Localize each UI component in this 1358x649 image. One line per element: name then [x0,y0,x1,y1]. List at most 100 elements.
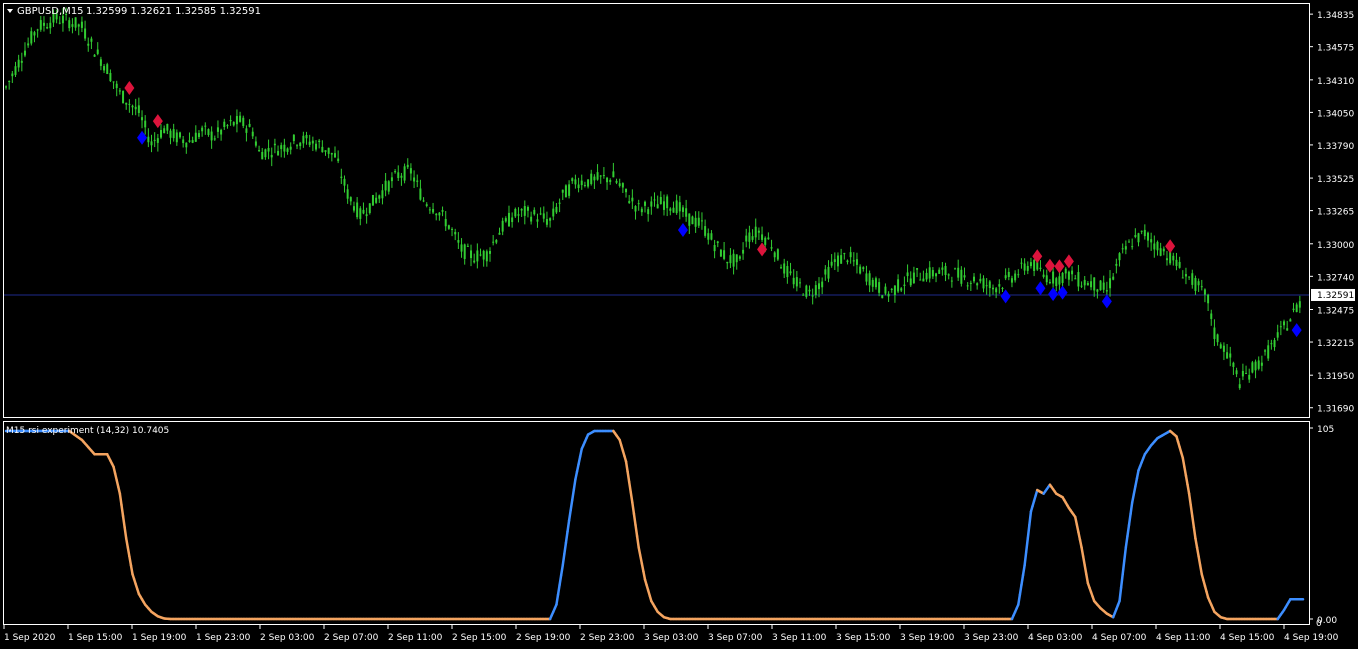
candle-body [786,266,789,278]
candle-body [1124,246,1127,250]
candle-body [362,209,365,214]
time-tick-label: 3 Sep 03:00 [644,633,699,643]
candle-body [36,29,39,31]
candle-body [827,266,830,279]
candle-body [1052,271,1055,284]
candle-body [223,121,226,128]
candle-body [441,210,444,212]
candle-body [42,22,45,26]
candle-body [1273,340,1276,348]
candle-body [270,154,273,158]
candle-body [723,250,726,259]
candle-body [599,175,602,177]
candle-body [1279,326,1282,328]
candle-body [460,244,463,252]
candle-body [232,121,235,126]
rsi-segment [121,514,126,529]
candle-body [340,176,343,178]
time-tick-label: 4 Sep 11:00 [1156,633,1211,643]
candle-body [935,273,938,277]
candle-body [859,266,862,274]
rsi-segment [631,501,636,516]
candle-body [773,252,776,258]
price-tick-label: 1.33265 [1317,208,1354,218]
rsi-segment [1189,503,1194,518]
candle-body [1257,360,1260,369]
rsi-segment [556,583,561,597]
candle-body [1150,239,1153,243]
candle-body [561,189,564,193]
candle-body [672,207,675,213]
candle-body [1213,327,1216,339]
rsi-segment [564,530,569,545]
candle-body [1023,263,1026,271]
candle-body [1156,241,1159,251]
candle-body [1080,285,1083,287]
candle-body [618,183,621,186]
candle-body [726,261,729,264]
rsi-segment [567,508,572,522]
candle-body [843,253,846,255]
time-axis[interactable]: 1 Sep 2020 1 Sep 15:00 1 Sep 19:00 1 Sep 23… [3,625,1339,643]
candle-body [1165,258,1168,261]
candle-body [637,203,640,205]
candle-body [640,208,643,213]
candle-body [881,295,884,299]
osc-extra-label: 0 [1316,619,1322,629]
candle-body [1128,241,1131,243]
candle-body [922,278,925,282]
oscillator-frame[interactable] [3,421,1310,625]
candle-body [909,278,912,286]
candle-body [273,143,276,146]
candle-body [890,288,893,290]
indicator-label: M15 rsi experiment (14,32) 10.7405 [6,426,169,436]
candle-body [1191,273,1194,285]
candle-body [286,148,289,152]
candle-body [93,54,96,57]
candle-body [346,189,349,199]
candle-body [732,253,735,267]
candle-body [662,201,665,210]
candle-body [333,153,336,158]
candle-body [764,237,767,245]
candle-body [836,255,839,267]
candle-body [428,209,431,211]
candle-body [90,38,93,42]
candle-body [855,259,858,265]
candle-body [254,141,257,146]
candle-body [131,105,134,108]
price-axis[interactable]: 1.34835 1.34575 1.34310 1.34050 1.33790 1.335… [1309,11,1354,415]
candle-body [188,140,191,142]
main-chart-frame[interactable] [3,3,1310,418]
candle-body [1159,248,1162,256]
current-price-text: 1.32591 [1317,291,1354,301]
rsi-segment [635,534,640,549]
candle-body [321,146,324,153]
candle-body [751,236,754,240]
candle-body [808,289,811,292]
candle-body [397,172,400,179]
candle-body [80,21,83,28]
rsi-segment [632,512,637,527]
candle-body [403,166,406,181]
candle-body [1143,229,1146,237]
candle-body [1102,282,1105,290]
candle-body [1007,271,1010,277]
price-tick-label: 1.34835 [1317,11,1354,21]
candle-body [204,125,207,127]
candle-body [229,119,232,122]
time-tick-label: 1 Sep 2020 [4,633,56,643]
candle-body [969,282,972,284]
candle-body [1298,301,1301,308]
candle-body [451,228,454,230]
candle-body [628,201,631,203]
candle-body [650,201,653,207]
candle-body [299,142,302,147]
candle-body [435,213,438,216]
candle-body [520,208,523,211]
chart-canvas[interactable]: GBPUSD,M15 1.32599 1.32621 1.32585 1.325… [0,0,1358,649]
candle-body [1210,313,1213,319]
candle-body [988,281,991,289]
candle-body [1045,275,1048,283]
candle-body [1178,261,1181,268]
